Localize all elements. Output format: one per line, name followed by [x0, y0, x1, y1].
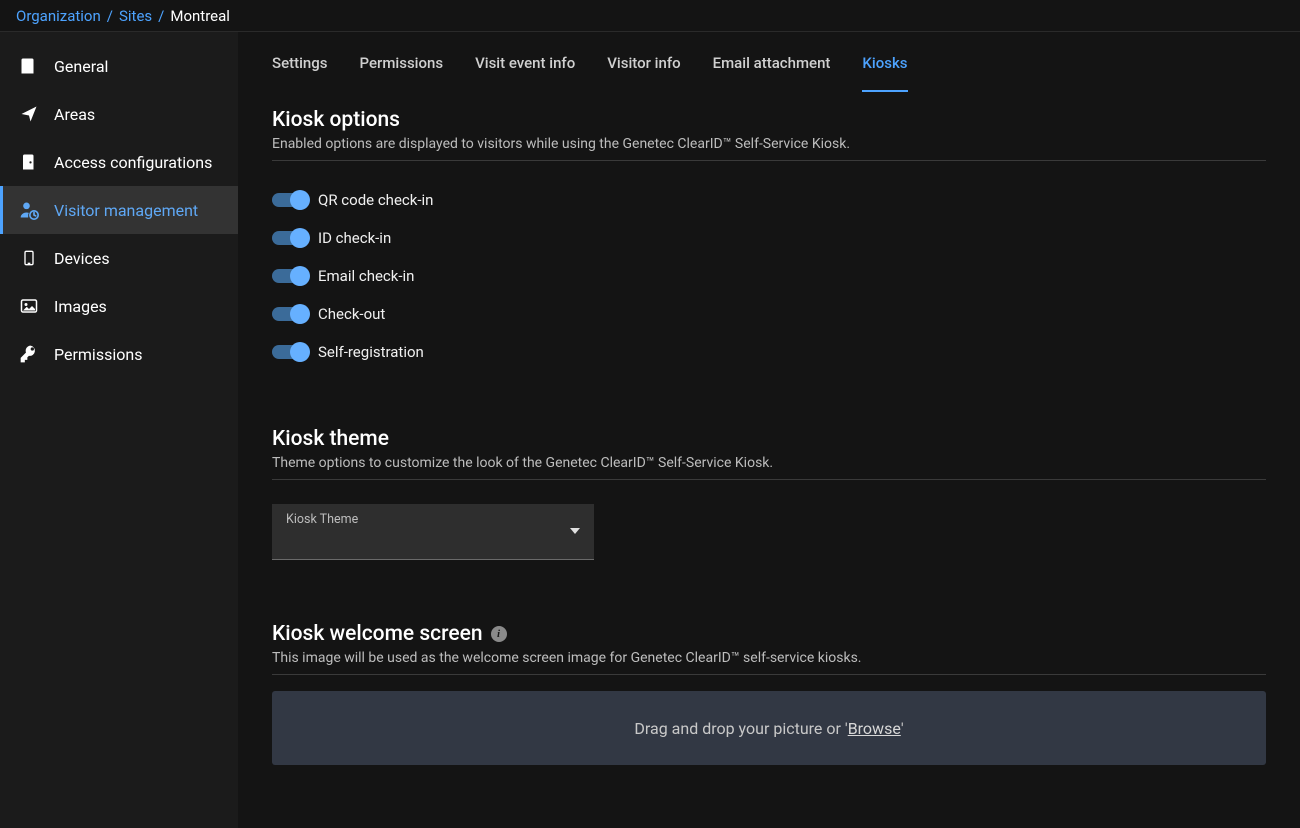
toggle-id-check-in[interactable]: [272, 231, 308, 245]
toggle-label: QR code check-in: [318, 191, 433, 209]
sidebar-item-visitor-management[interactable]: Visitor management: [0, 186, 238, 234]
section-title: Kiosk theme: [272, 427, 1266, 451]
breadcrumb-current: Montreal: [170, 7, 230, 25]
section-kiosk-options: Kiosk options Enabled options are displa…: [272, 108, 1266, 371]
dropzone-text-prefix: Drag and drop your picture or ': [634, 719, 847, 738]
breadcrumb-sep: /: [158, 7, 164, 25]
sidebar-item-label: Devices: [54, 249, 110, 268]
browse-link[interactable]: Browse: [848, 719, 901, 738]
toggle-qr-code-check-in[interactable]: [272, 193, 308, 207]
toggle-self-registration[interactable]: [272, 345, 308, 359]
section-subtitle: Enabled options are displayed to visitor…: [272, 136, 1266, 161]
dropzone-text-suffix: ': [901, 719, 904, 738]
sidebar-item-label: General: [54, 57, 108, 76]
toggle-label: Check-out: [318, 305, 385, 323]
kiosk-theme-select[interactable]: Kiosk Theme: [272, 504, 594, 560]
sidebar-item-general[interactable]: General: [0, 42, 238, 90]
breadcrumb-sites[interactable]: Sites: [119, 7, 152, 25]
sidebar-item-areas[interactable]: Areas: [0, 90, 238, 138]
select-label: Kiosk Theme: [286, 512, 580, 527]
breadcrumb: Organization / Sites / Montreal: [0, 0, 1300, 32]
tab-kiosks[interactable]: Kiosks: [862, 34, 907, 92]
section-title-text: Kiosk welcome screen: [272, 622, 483, 646]
image-icon: [18, 295, 40, 317]
toggle-label: ID check-in: [318, 229, 391, 247]
tab-email-attachment[interactable]: Email attachment: [713, 34, 831, 92]
sidebar-item-label: Permissions: [54, 345, 142, 364]
main-content: Settings Permissions Visit event info Vi…: [238, 32, 1300, 828]
sidebar-item-access-configurations[interactable]: Access configurations: [0, 138, 238, 186]
toggle-label: Self-registration: [318, 343, 424, 361]
chevron-down-icon: [570, 528, 580, 534]
tab-visitor-info[interactable]: Visitor info: [607, 34, 680, 92]
sidebar: General Areas Access configurations Visi…: [0, 32, 238, 828]
door-icon: [18, 151, 40, 173]
tabs: Settings Permissions Visit event info Vi…: [272, 32, 1266, 94]
section-kiosk-theme: Kiosk theme Theme options to customize t…: [272, 427, 1266, 560]
toggle-email-check-in[interactable]: [272, 269, 308, 283]
section-subtitle: This image will be used as the welcome s…: [272, 650, 1266, 675]
toggle-row-self-registration: Self-registration: [272, 333, 1266, 371]
sidebar-item-permissions[interactable]: Permissions: [0, 330, 238, 378]
toggle-row-check-out: Check-out: [272, 295, 1266, 333]
sidebar-item-images[interactable]: Images: [0, 282, 238, 330]
tab-permissions[interactable]: Permissions: [360, 34, 444, 92]
toggle-label: Email check-in: [318, 267, 414, 285]
toggle-check-out[interactable]: [272, 307, 308, 321]
welcome-image-dropzone[interactable]: Drag and drop your picture or 'Browse': [272, 691, 1266, 765]
section-title: Kiosk options: [272, 108, 1266, 132]
location-arrow-icon: [18, 103, 40, 125]
sidebar-item-label: Areas: [54, 105, 95, 124]
sidebar-item-label: Images: [54, 297, 107, 316]
building-icon: [18, 55, 40, 77]
tab-settings[interactable]: Settings: [272, 34, 328, 92]
toggle-list: QR code check-in ID check-in Email check…: [272, 181, 1266, 371]
device-icon: [18, 247, 40, 269]
tab-visit-event-info[interactable]: Visit event info: [475, 34, 575, 92]
toggle-row-id-check-in: ID check-in: [272, 219, 1266, 257]
key-icon: [18, 343, 40, 365]
sidebar-item-label: Access configurations: [54, 153, 212, 172]
sidebar-item-devices[interactable]: Devices: [0, 234, 238, 282]
toggle-row-email-check-in: Email check-in: [272, 257, 1266, 295]
breadcrumb-sep: /: [107, 7, 113, 25]
person-clock-icon: [18, 199, 40, 221]
info-icon[interactable]: i: [491, 626, 507, 642]
section-kiosk-welcome: Kiosk welcome screen i This image will b…: [272, 622, 1266, 765]
section-subtitle: Theme options to customize the look of t…: [272, 455, 1266, 480]
section-title: Kiosk welcome screen i: [272, 622, 1266, 646]
sidebar-item-label: Visitor management: [54, 201, 198, 220]
breadcrumb-organization[interactable]: Organization: [16, 7, 101, 25]
toggle-row-qr-code-check-in: QR code check-in: [272, 181, 1266, 219]
